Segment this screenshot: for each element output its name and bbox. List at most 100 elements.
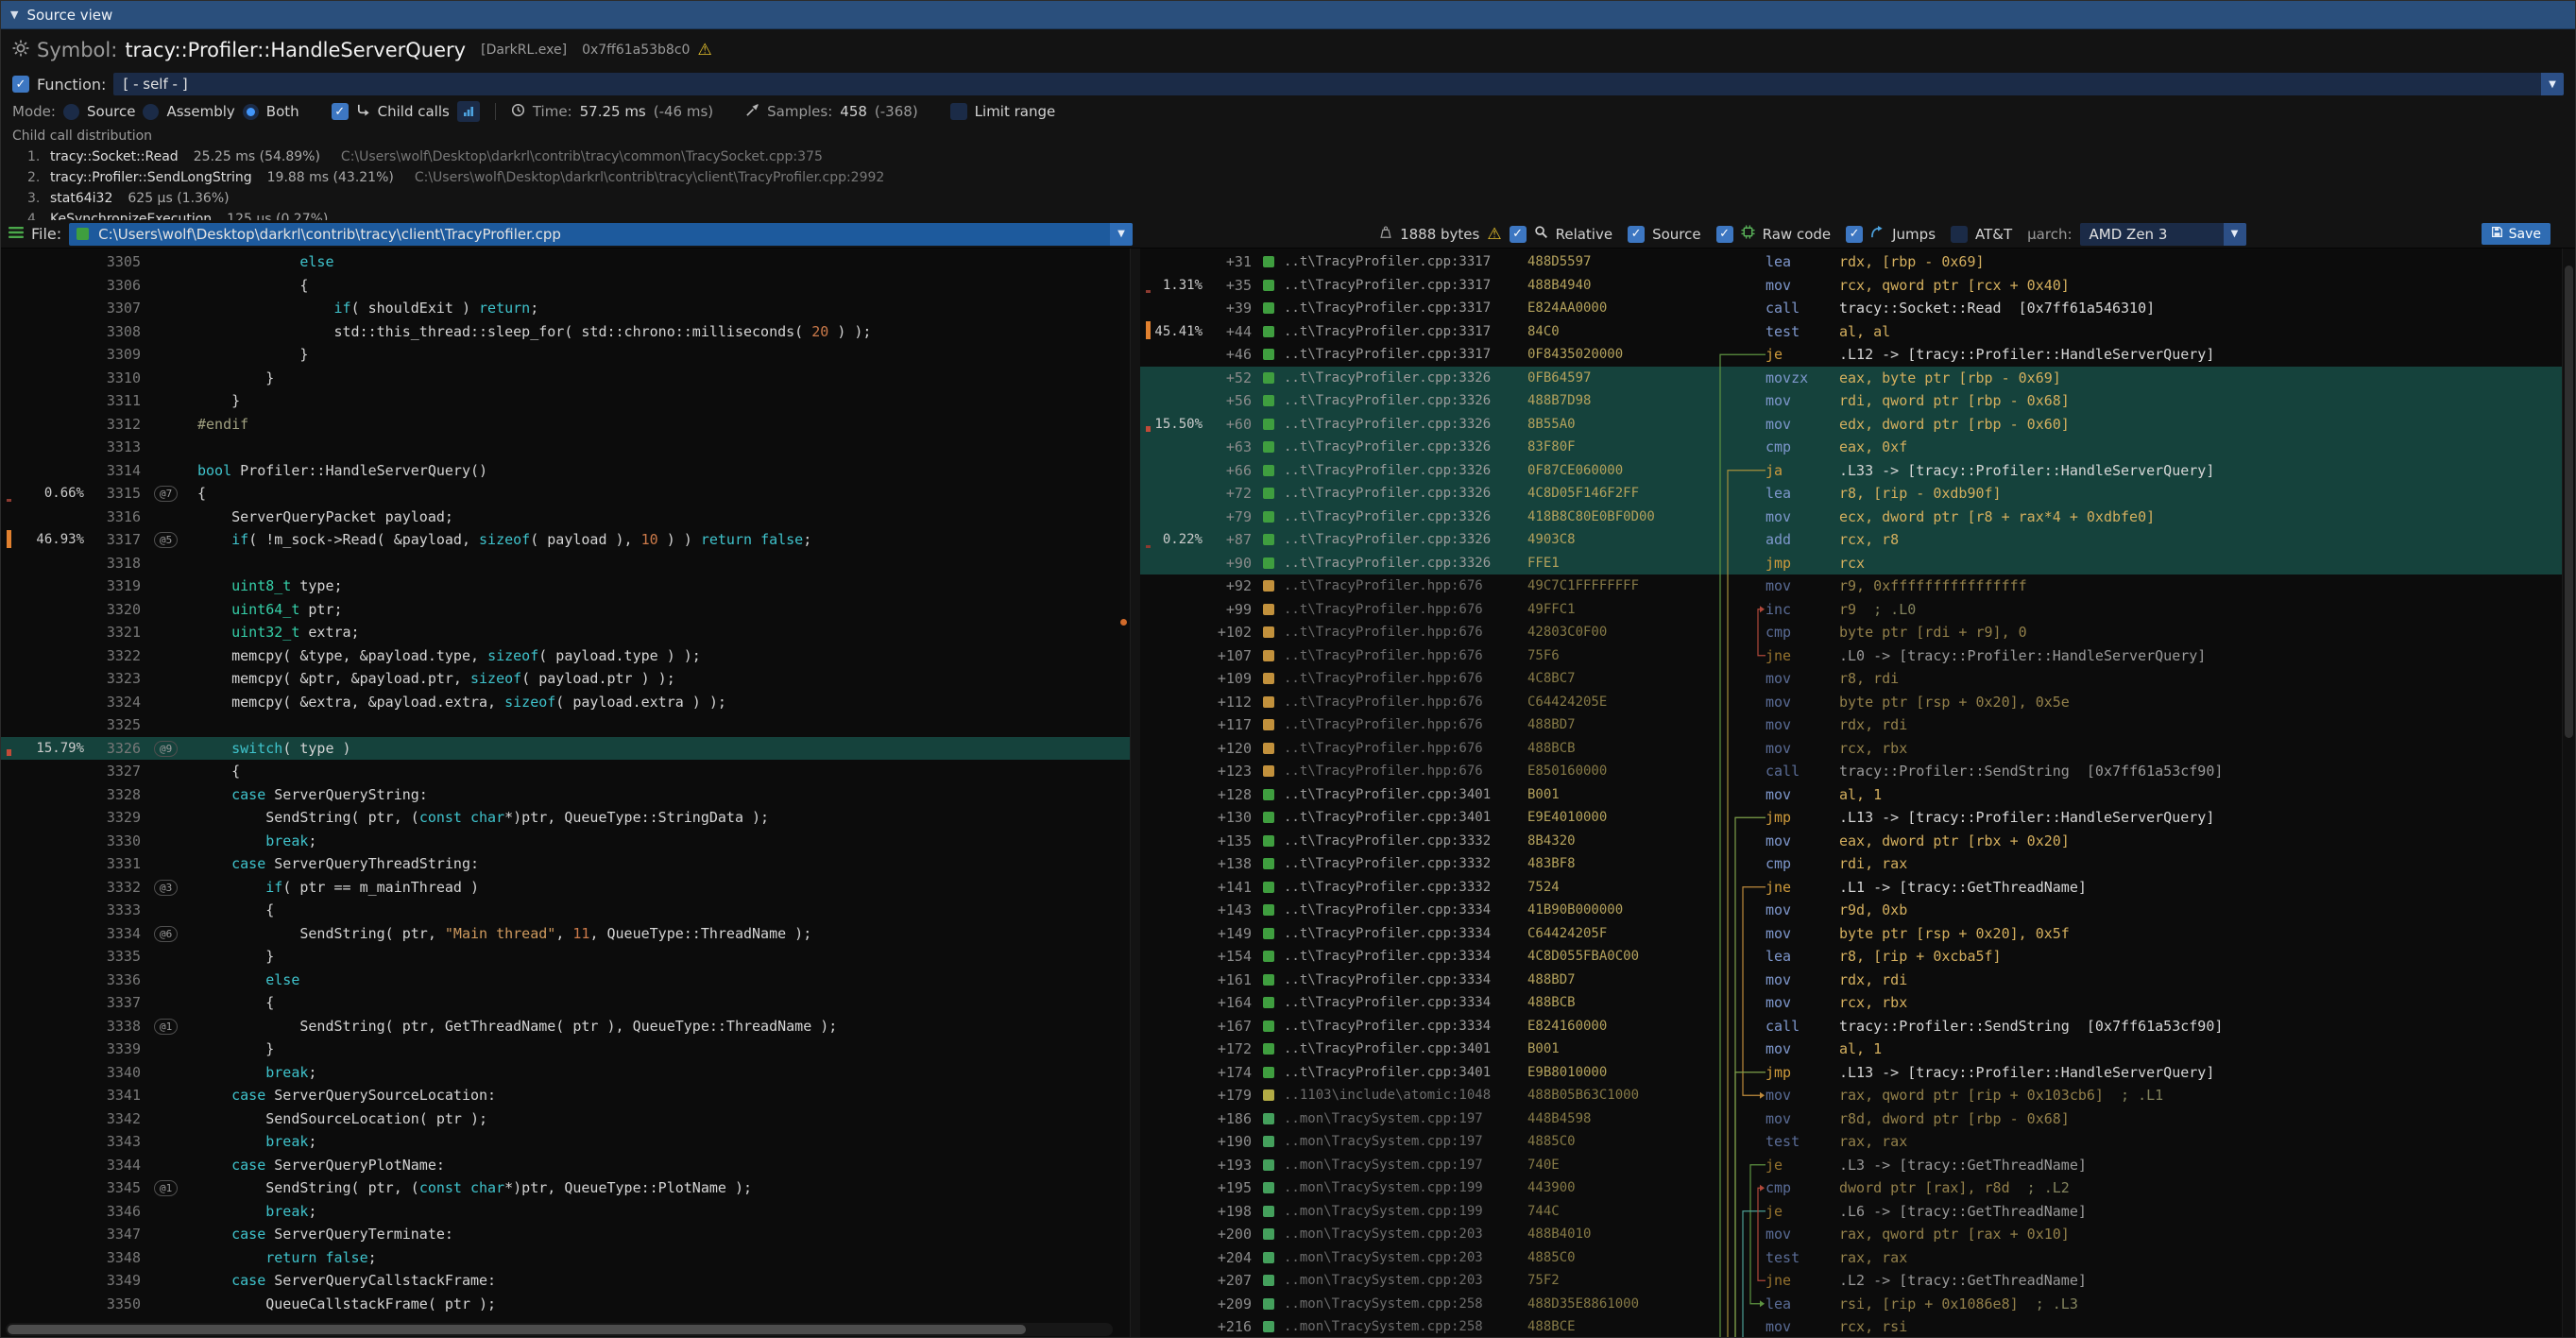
att-syntax-checkbox[interactable]: [1951, 226, 1968, 243]
source-line[interactable]: 3332@3 if( ptr == m_mainThread ): [1, 876, 1130, 900]
asm-line[interactable]: 0.22%+87..t\TracyProfiler.cpp:33264903C8…: [1140, 528, 2562, 552]
source-line[interactable]: 3349 case ServerQueryCallstackFrame:: [1, 1269, 1130, 1293]
source-line[interactable]: 3319 uint8_t type;: [1, 575, 1130, 598]
asm-line[interactable]: +200..mon\TracySystem.cpp:203488B4010mov…: [1140, 1223, 2562, 1246]
source-line[interactable]: 15.79%3326@9 switch( type ): [1, 737, 1130, 761]
asm-line[interactable]: +186..mon\TracySystem.cpp:197448B4598mov…: [1140, 1107, 2562, 1131]
asm-line[interactable]: +120..t\TracyProfiler.hpp:676488BCBmovrc…: [1140, 737, 2562, 761]
source-line[interactable]: 3306 {: [1, 274, 1130, 298]
source-line[interactable]: 3344 case ServerQueryPlotName:: [1, 1154, 1130, 1177]
radio-source[interactable]: [63, 104, 79, 120]
file-combo[interactable]: C:\Users\wolf\Desktop\darkrl\contrib\tra…: [69, 223, 1133, 246]
asm-line[interactable]: +112..t\TracyProfiler.hpp:676C64424205Em…: [1140, 691, 2562, 714]
child-call-item[interactable]: 2.tracy::Profiler::SendLongString19.88 m…: [12, 167, 2564, 188]
source-line[interactable]: 3312#endif: [1, 413, 1130, 437]
source-line[interactable]: 3333 {: [1, 899, 1130, 922]
child-call-item[interactable]: 1.tracy::Socket::Read25.25 ms (54.89%)C:…: [12, 146, 2564, 167]
asm-line[interactable]: +161..t\TracyProfiler.cpp:3334488BD7movr…: [1140, 969, 2562, 992]
source-line[interactable]: 3309 }: [1, 343, 1130, 367]
asm-line[interactable]: +193..mon\TracySystem.cpp:197740Eje.L3 -…: [1140, 1154, 2562, 1177]
source-line[interactable]: 3308 std::this_thread::sleep_for( std::c…: [1, 320, 1130, 344]
pane-splitter[interactable]: [1131, 249, 1140, 1338]
save-button[interactable]: Save: [2482, 223, 2550, 245]
source-line[interactable]: 3310 }: [1, 367, 1130, 390]
source-line[interactable]: 3307 if( shouldExit ) return;: [1, 297, 1130, 320]
source-line[interactable]: 3327 {: [1, 760, 1130, 783]
source-line[interactable]: 3321 uint32_t extra;: [1, 621, 1130, 644]
asm-line[interactable]: +31..t\TracyProfiler.cpp:3317488D5597lea…: [1140, 250, 2562, 274]
source-checkbox[interactable]: ✓: [1628, 226, 1645, 243]
child-call-list-button[interactable]: [457, 101, 480, 122]
asm-line[interactable]: +117..t\TracyProfiler.hpp:676488BD7movrd…: [1140, 713, 2562, 737]
source-line[interactable]: 3342 SendSourceLocation( ptr );: [1, 1107, 1130, 1131]
chevron-down-icon[interactable]: ▼: [1110, 223, 1133, 246]
collapse-icon[interactable]: ▼: [10, 9, 18, 21]
asm-line[interactable]: +102..t\TracyProfiler.hpp:67642803C0F00c…: [1140, 621, 2562, 644]
asm-line[interactable]: +209..mon\TracySystem.cpp:258488D35E8861…: [1140, 1293, 2562, 1316]
source-line[interactable]: 3331 case ServerQueryThreadString:: [1, 852, 1130, 876]
asm-line[interactable]: +198..mon\TracySystem.cpp:199744Cje.L6 -…: [1140, 1200, 2562, 1224]
asm-line[interactable]: +52..t\TracyProfiler.cpp:33260FB64597mov…: [1140, 367, 2562, 390]
asm-line[interactable]: +56..t\TracyProfiler.cpp:3326488B7D98mov…: [1140, 389, 2562, 413]
function-combo[interactable]: [ - self - ] ▼: [113, 73, 2564, 95]
horizontal-scrollbar[interactable]: [6, 1323, 1113, 1336]
horizontal-scrollbar-thumb[interactable]: [8, 1325, 1026, 1334]
source-line[interactable]: 3325: [1, 713, 1130, 737]
radio-both[interactable]: [243, 104, 259, 120]
source-line[interactable]: 3337 {: [1, 991, 1130, 1015]
source-line[interactable]: 3346 break;: [1, 1200, 1130, 1224]
source-line[interactable]: 3311 }: [1, 389, 1130, 413]
vertical-scrollbar-thumb[interactable]: [2565, 266, 2573, 738]
function-checkbox[interactable]: ✓: [12, 76, 29, 93]
asm-line[interactable]: +216..mon\TracySystem.cpp:258488BCEmovrc…: [1140, 1315, 2562, 1338]
asm-line[interactable]: +164..t\TracyProfiler.cpp:3334488BCBmovr…: [1140, 991, 2562, 1015]
asm-line[interactable]: 15.50%+60..t\TracyProfiler.cpp:33268B55A…: [1140, 413, 2562, 437]
asm-line[interactable]: +46..t\TracyProfiler.cpp:33170F843502000…: [1140, 343, 2562, 367]
asm-line[interactable]: +172..t\TracyProfiler.cpp:3401B001moval,…: [1140, 1038, 2562, 1061]
source-line[interactable]: 3343 break;: [1, 1130, 1130, 1154]
asm-line[interactable]: +66..t\TracyProfiler.cpp:33260F87CE06000…: [1140, 459, 2562, 483]
source-line[interactable]: 3323 memcpy( &ptr, &payload.ptr, sizeof(…: [1, 667, 1130, 691]
asm-line[interactable]: +143..t\TracyProfiler.cpp:333441B90B0000…: [1140, 899, 2562, 922]
source-line[interactable]: 3345@1 SendString( ptr, (const char*)ptr…: [1, 1176, 1130, 1200]
asm-line[interactable]: +128..t\TracyProfiler.cpp:3401B001moval,…: [1140, 783, 2562, 807]
asm-line[interactable]: +167..t\TracyProfiler.cpp:3334E824160000…: [1140, 1015, 2562, 1038]
source-line[interactable]: 0.66%3315@7{: [1, 482, 1130, 506]
source-line[interactable]: 3338@1 SendString( ptr, GetThreadName( p…: [1, 1015, 1130, 1038]
child-call-item[interactable]: 3.stat64i32625 μs (1.36%): [12, 188, 2564, 209]
child-call-distribution-header[interactable]: Child call distribution: [12, 126, 2564, 146]
asm-line[interactable]: +123..t\TracyProfiler.hpp:676E850160000c…: [1140, 760, 2562, 783]
asm-line[interactable]: +174..t\TracyProfiler.cpp:3401E9B8010000…: [1140, 1061, 2562, 1085]
source-line[interactable]: 3320 uint64_t ptr;: [1, 598, 1130, 622]
titlebar[interactable]: ▼ Source view: [1, 1, 2575, 29]
asm-line[interactable]: +92..t\TracyProfiler.hpp:67649C7C1FFFFFF…: [1140, 575, 2562, 598]
source-line[interactable]: 3334@6 SendString( ptr, "Main thread", 1…: [1, 922, 1130, 946]
asm-line[interactable]: +204..mon\TracySystem.cpp:2034885C0testr…: [1140, 1246, 2562, 1270]
asm-line[interactable]: 1.31%+35..t\TracyProfiler.cpp:3317488B49…: [1140, 274, 2562, 298]
assembly-pane[interactable]: +31..t\TracyProfiler.cpp:3317488D5597lea…: [1140, 249, 2562, 1338]
raw-code-checkbox[interactable]: ✓: [1716, 226, 1733, 243]
asm-line[interactable]: +109..t\TracyProfiler.hpp:6764C8BC7movr8…: [1140, 667, 2562, 691]
child-call-item[interactable]: 4.KeSynchronizeExecution125 μs (0.27%): [12, 209, 2564, 220]
source-line[interactable]: 3329 SendString( ptr, (const char*)ptr, …: [1, 806, 1130, 830]
source-line[interactable]: 3313: [1, 436, 1130, 459]
source-line[interactable]: 3322 memcpy( &type, &payload.type, sizeo…: [1, 644, 1130, 668]
asm-line[interactable]: +79..t\TracyProfiler.cpp:3326418B8C80E0B…: [1140, 506, 2562, 529]
asm-line[interactable]: +141..t\TracyProfiler.cpp:33327524jne.L1…: [1140, 876, 2562, 900]
source-line[interactable]: 3305 else: [1, 250, 1130, 274]
radio-assembly[interactable]: [143, 104, 159, 120]
asm-line[interactable]: +72..t\TracyProfiler.cpp:33264C8D05F146F…: [1140, 482, 2562, 506]
relative-checkbox[interactable]: ✓: [1510, 226, 1527, 243]
asm-line[interactable]: 45.41%+44..t\TracyProfiler.cpp:331784C0t…: [1140, 320, 2562, 344]
source-line[interactable]: 3350 QueueCallstackFrame( ptr );: [1, 1293, 1130, 1316]
asm-line[interactable]: +190..mon\TracySystem.cpp:1974885C0testr…: [1140, 1130, 2562, 1154]
asm-line[interactable]: +90..t\TracyProfiler.cpp:3326FFE1jmprcx: [1140, 552, 2562, 575]
source-line[interactable]: 3330 break;: [1, 830, 1130, 853]
source-line[interactable]: 3339 }: [1, 1038, 1130, 1061]
asm-line[interactable]: +179..1103\include\atomic:1048488B05B63C…: [1140, 1084, 2562, 1107]
asm-line[interactable]: +135..t\TracyProfiler.cpp:33328B4320move…: [1140, 830, 2562, 853]
asm-line[interactable]: +138..t\TracyProfiler.cpp:3332483BF8cmpr…: [1140, 852, 2562, 876]
source-line[interactable]: 3324 memcpy( &extra, &payload.extra, siz…: [1, 691, 1130, 714]
source-line[interactable]: 3314bool Profiler::HandleServerQuery(): [1, 459, 1130, 483]
source-line[interactable]: 3328 case ServerQueryString:: [1, 783, 1130, 807]
